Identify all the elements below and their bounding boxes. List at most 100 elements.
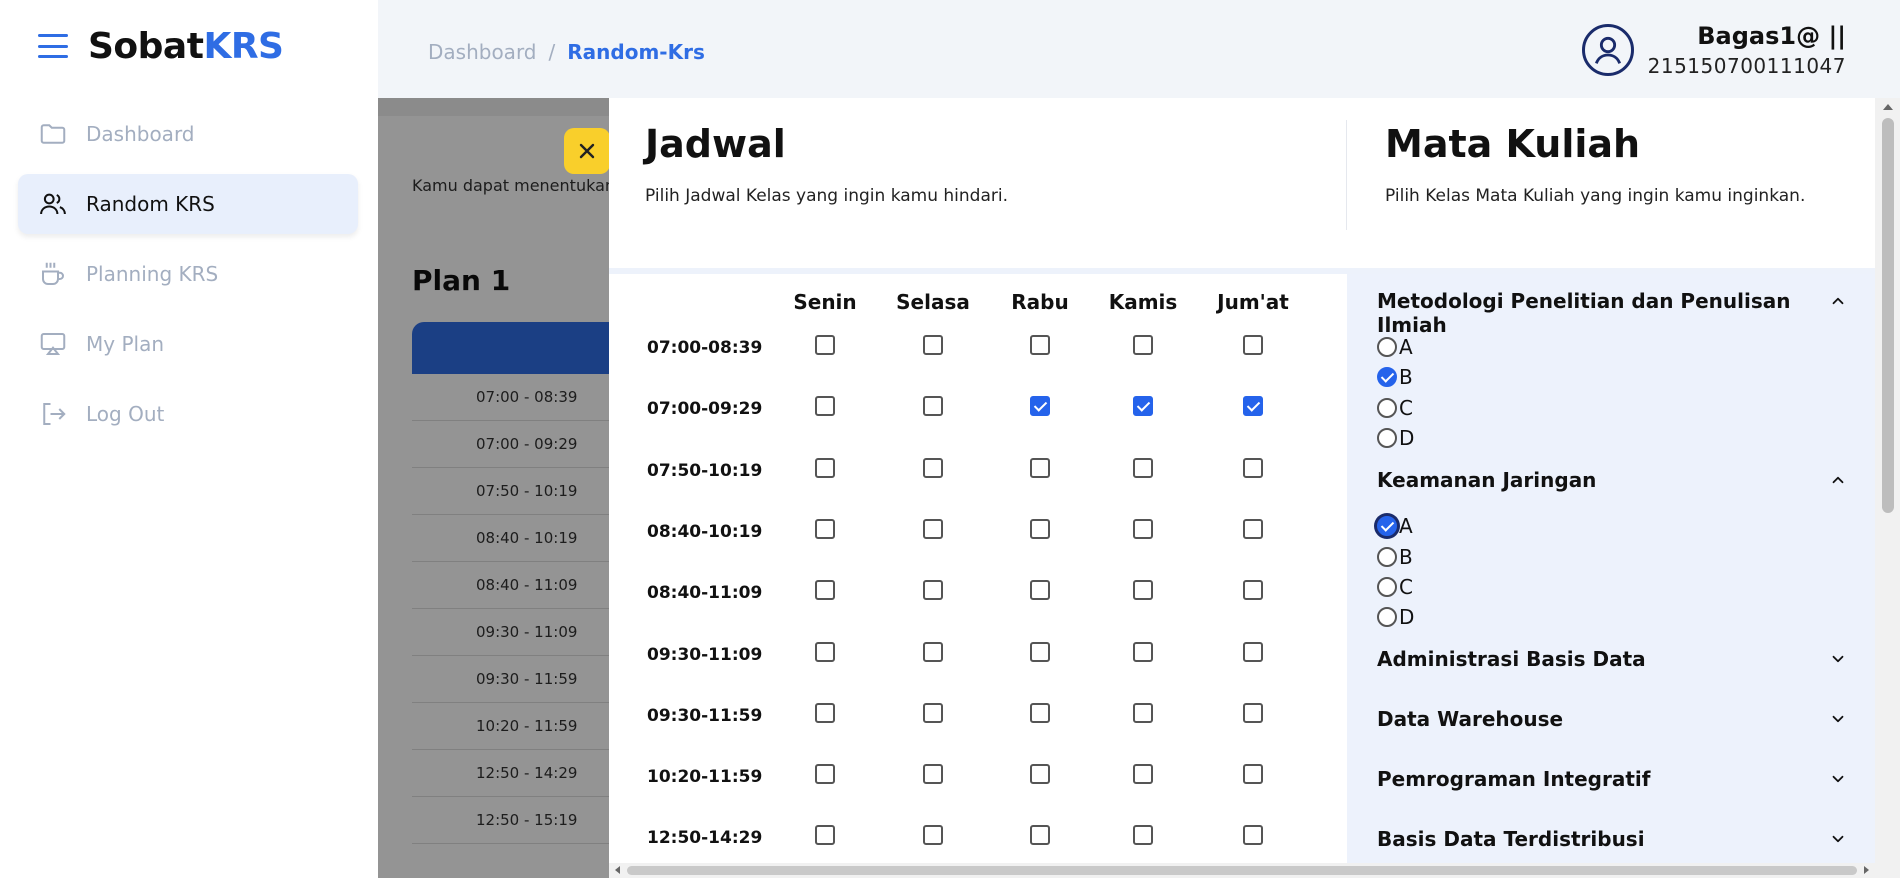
- schedule-checkbox[interactable]: [1030, 396, 1050, 417]
- schedule-checkbox[interactable]: [815, 457, 835, 478]
- course-accordion-header[interactable]: Metodologi Penelitian dan Penulisan Ilmi…: [1377, 289, 1847, 337]
- class-radio[interactable]: [1377, 546, 1397, 567]
- user-avatar-icon: [1581, 24, 1634, 76]
- schedule-checkbox[interactable]: [1030, 457, 1050, 478]
- vertical-scrollbar[interactable]: [1875, 98, 1900, 878]
- schedule-checkbox[interactable]: [923, 641, 943, 662]
- schedule-checkbox[interactable]: [1243, 396, 1263, 417]
- schedule-checkbox[interactable]: [1133, 764, 1153, 785]
- schedule-checkbox[interactable]: [1030, 641, 1050, 662]
- horizontal-scrollbar-thumb[interactable]: [627, 866, 1857, 875]
- schedule-checkbox[interactable]: [1030, 580, 1050, 601]
- class-radio[interactable]: [1377, 367, 1397, 388]
- class-radio[interactable]: [1377, 516, 1397, 537]
- course-class-option[interactable]: C: [1377, 575, 1413, 599]
- schedule-checkbox[interactable]: [1133, 641, 1153, 662]
- course-class-option[interactable]: B: [1377, 365, 1413, 389]
- schedule-checkbox[interactable]: [815, 518, 835, 539]
- sidebar-item-log-out[interactable]: Log Out: [18, 384, 358, 444]
- schedule-checkbox[interactable]: [1243, 825, 1263, 846]
- users-icon: [38, 189, 68, 219]
- course-accordion-header[interactable]: Administrasi Basis Data: [1377, 647, 1847, 671]
- schedule-checkbox[interactable]: [1243, 457, 1263, 478]
- course-class-option[interactable]: D: [1377, 426, 1414, 450]
- schedule-checkbox[interactable]: [1243, 580, 1263, 601]
- schedule-checkbox[interactable]: [1243, 641, 1263, 662]
- sidebar-item-label: Planning KRS: [86, 262, 219, 286]
- class-radio[interactable]: [1377, 397, 1397, 418]
- brand-logo[interactable]: SobatKRS: [88, 26, 284, 67]
- schedule-checkbox[interactable]: [1133, 457, 1153, 478]
- class-option-label: C: [1399, 395, 1413, 420]
- schedule-checkbox[interactable]: [923, 764, 943, 785]
- vertical-scrollbar-thumb[interactable]: [1882, 118, 1894, 513]
- schedule-grid: Senin Selasa Rabu Kamis Jum'at 07:00-08:39 07…: [609, 274, 1347, 864]
- schedule-checkbox[interactable]: [815, 764, 835, 785]
- breadcrumb-dashboard-link[interactable]: Dashboard: [428, 40, 537, 64]
- sidebar-item-my-plan[interactable]: My Plan: [18, 314, 358, 374]
- schedule-checkbox[interactable]: [923, 702, 943, 723]
- user-nim: 215150700111047: [1647, 54, 1846, 78]
- sidebar-item-label: Dashboard: [86, 122, 195, 146]
- schedule-checkbox[interactable]: [1133, 825, 1153, 846]
- schedule-checkbox[interactable]: [923, 335, 943, 355]
- class-radio[interactable]: [1377, 337, 1397, 357]
- breadcrumb-current: Random-Krs: [567, 40, 705, 64]
- user-profile[interactable]: Bagas1@ || 215150700111047: [1581, 22, 1846, 78]
- schedule-checkbox[interactable]: [1243, 764, 1263, 785]
- sidebar-item-random-krs[interactable]: Random KRS: [18, 174, 358, 234]
- course-class-option[interactable]: B: [1377, 545, 1413, 569]
- schedule-checkbox[interactable]: [815, 702, 835, 723]
- schedule-checkbox[interactable]: [1030, 335, 1050, 355]
- schedule-checkbox[interactable]: [923, 396, 943, 417]
- course-accordion-header[interactable]: Keamanan Jaringan: [1377, 468, 1847, 492]
- schedule-checkbox[interactable]: [1030, 764, 1050, 785]
- schedule-checkbox[interactable]: [1133, 580, 1153, 601]
- sidebar-item-planning-krs[interactable]: Planning KRS: [18, 244, 358, 304]
- schedule-checkbox[interactable]: [1133, 702, 1153, 723]
- schedule-checkbox[interactable]: [1243, 702, 1263, 723]
- class-radio[interactable]: [1377, 427, 1397, 448]
- course-class-option[interactable]: C: [1377, 396, 1413, 420]
- course-class-option[interactable]: A: [1377, 514, 1413, 538]
- hamburger-menu-icon[interactable]: [38, 34, 68, 58]
- course-class-option[interactable]: A: [1377, 335, 1413, 359]
- course-class-option[interactable]: D: [1377, 605, 1414, 629]
- mata-kuliah-title: Mata Kuliah: [1385, 122, 1641, 166]
- schedule-checkbox[interactable]: [1133, 335, 1153, 355]
- schedule-checkbox[interactable]: [1030, 702, 1050, 723]
- day-header: Rabu: [1011, 290, 1069, 314]
- sidebar-item-dashboard[interactable]: Dashboard: [18, 104, 358, 164]
- close-modal-button[interactable]: [564, 128, 610, 174]
- schedule-checkbox[interactable]: [815, 396, 835, 417]
- schedule-row: 07:00-08:39: [609, 320, 1347, 381]
- schedule-checkbox[interactable]: [815, 641, 835, 662]
- schedule-checkbox[interactable]: [1133, 518, 1153, 539]
- brand: SobatKRS: [38, 22, 284, 70]
- time-slot-label: 08:40-10:19: [647, 521, 763, 542]
- schedule-checkbox[interactable]: [923, 825, 943, 846]
- schedule-checkbox[interactable]: [815, 825, 835, 846]
- course-accordion-header[interactable]: Basis Data Terdistribusi: [1377, 827, 1847, 851]
- class-option-label: D: [1399, 425, 1415, 450]
- schedule-row: 08:40-11:09: [609, 565, 1347, 626]
- time-slot-label: 07:50-10:19: [647, 460, 763, 481]
- sidebar-nav: Dashboard Random KRS Planning KRS My Pla…: [18, 104, 358, 454]
- schedule-checkbox[interactable]: [923, 518, 943, 539]
- schedule-checkbox[interactable]: [923, 580, 943, 601]
- horizontal-scrollbar[interactable]: [609, 863, 1875, 878]
- schedule-checkbox[interactable]: [815, 580, 835, 601]
- schedule-checkbox[interactable]: [1243, 518, 1263, 539]
- chevron-down-icon: [1829, 769, 1847, 787]
- class-radio[interactable]: [1377, 607, 1397, 628]
- course-accordion-header[interactable]: Pemrograman Integratif: [1377, 767, 1847, 791]
- schedule-checkbox[interactable]: [1030, 825, 1050, 846]
- day-header: Jum'at: [1217, 290, 1289, 314]
- schedule-checkbox[interactable]: [923, 457, 943, 478]
- schedule-checkbox[interactable]: [815, 335, 835, 355]
- schedule-checkbox[interactable]: [1243, 335, 1263, 355]
- course-accordion-header[interactable]: Data Warehouse: [1377, 707, 1847, 731]
- schedule-checkbox[interactable]: [1133, 396, 1153, 417]
- class-radio[interactable]: [1377, 576, 1397, 597]
- schedule-checkbox[interactable]: [1030, 518, 1050, 539]
